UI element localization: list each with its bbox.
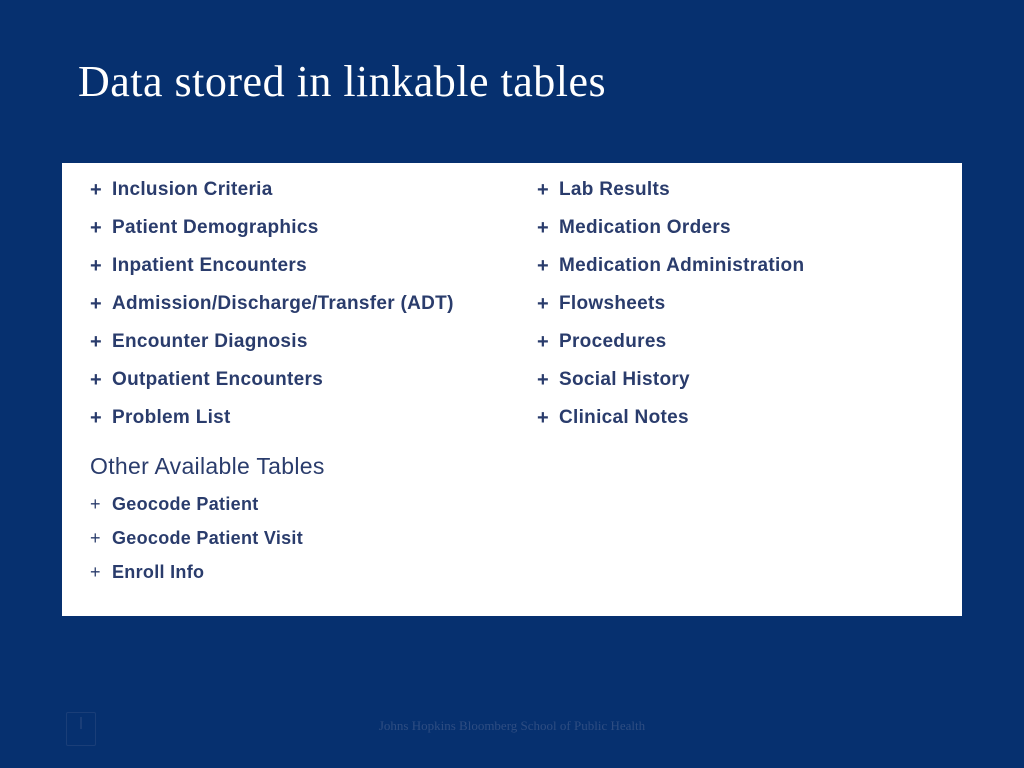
plus-icon: +: [537, 370, 559, 390]
plus-icon: +: [90, 180, 112, 200]
list-item: +Admission/Discharge/Transfer (ADT): [90, 293, 487, 315]
item-label: Encounter Diagnosis: [112, 331, 308, 353]
item-label: Lab Results: [559, 179, 670, 201]
plus-icon: +: [537, 218, 559, 238]
list-item: +Patient Demographics: [90, 217, 487, 239]
item-label: Social History: [559, 369, 690, 391]
list-item: +Outpatient Encounters: [90, 369, 487, 391]
item-label: Medication Administration: [559, 255, 804, 277]
plus-icon: +: [537, 256, 559, 276]
item-label: Clinical Notes: [559, 407, 689, 429]
item-label: Inpatient Encounters: [112, 255, 307, 277]
list-item: +Social History: [537, 369, 934, 391]
plus-icon: +: [537, 180, 559, 200]
slide-title: Data stored in linkable tables: [78, 56, 606, 107]
list-item: +Geocode Patient: [90, 494, 487, 515]
list-item: +Inpatient Encounters: [90, 255, 487, 277]
plus-icon: +: [537, 408, 559, 428]
content-panel: +Inclusion Criteria +Patient Demographic…: [62, 163, 962, 616]
list-item: +Medication Administration: [537, 255, 934, 277]
item-label: Enroll Info: [112, 562, 204, 583]
list-item: +Problem List: [90, 407, 487, 429]
item-label: Problem List: [112, 407, 231, 429]
plus-icon: +: [90, 494, 112, 515]
item-label: Geocode Patient: [112, 494, 259, 515]
item-label: Patient Demographics: [112, 217, 319, 239]
item-label: Outpatient Encounters: [112, 369, 323, 391]
list-item: +Procedures: [537, 331, 934, 353]
plus-icon: +: [537, 294, 559, 314]
item-label: Medication Orders: [559, 217, 731, 239]
plus-icon: +: [90, 294, 112, 314]
plus-icon: +: [90, 562, 112, 583]
plus-icon: +: [90, 332, 112, 352]
plus-icon: +: [90, 408, 112, 428]
item-label: Geocode Patient Visit: [112, 528, 303, 549]
list-item: +Lab Results: [537, 179, 934, 201]
list-item: +Inclusion Criteria: [90, 179, 487, 201]
list-item: +Medication Orders: [537, 217, 934, 239]
columns-container: +Inclusion Criteria +Patient Demographic…: [90, 179, 934, 596]
list-item: +Flowsheets: [537, 293, 934, 315]
subheading: Other Available Tables: [90, 453, 487, 480]
footer-text: Johns Hopkins Bloomberg School of Public…: [0, 718, 1024, 734]
item-label: Procedures: [559, 331, 667, 353]
right-column: +Lab Results +Medication Orders +Medicat…: [497, 179, 934, 596]
list-item: +Enroll Info: [90, 562, 487, 583]
plus-icon: +: [537, 332, 559, 352]
plus-icon: +: [90, 218, 112, 238]
plus-icon: +: [90, 528, 112, 549]
item-label: Inclusion Criteria: [112, 179, 273, 201]
list-item: +Clinical Notes: [537, 407, 934, 429]
item-label: Flowsheets: [559, 293, 665, 315]
left-column: +Inclusion Criteria +Patient Demographic…: [90, 179, 487, 596]
list-item: +Geocode Patient Visit: [90, 528, 487, 549]
item-label: Admission/Discharge/Transfer (ADT): [112, 293, 454, 315]
plus-icon: +: [90, 370, 112, 390]
list-item: +Encounter Diagnosis: [90, 331, 487, 353]
plus-icon: +: [90, 256, 112, 276]
